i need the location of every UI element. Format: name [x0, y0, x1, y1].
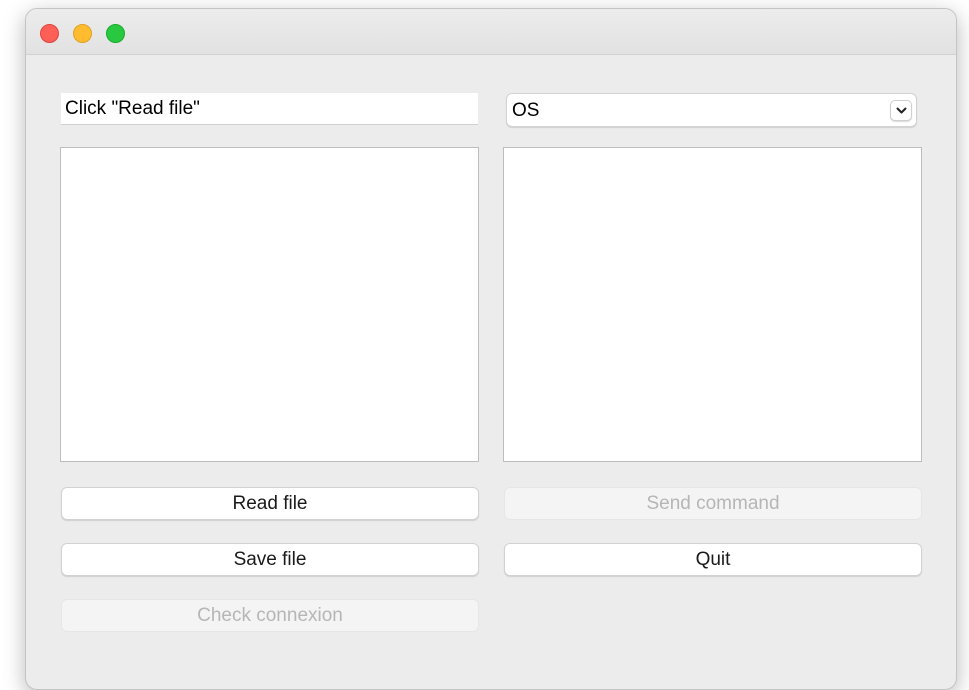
- command-output-textarea[interactable]: [503, 147, 922, 462]
- check-connexion-button[interactable]: Check connexion: [61, 599, 479, 632]
- app-window: OS Read file Send command Save file Quit…: [25, 8, 957, 690]
- save-file-button[interactable]: Save file: [61, 543, 479, 576]
- send-command-button[interactable]: Send command: [504, 487, 922, 520]
- title-bar[interactable]: [26, 9, 956, 55]
- target-select-value: OS: [512, 100, 540, 121]
- minimize-icon[interactable]: [73, 24, 92, 43]
- close-icon[interactable]: [40, 24, 59, 43]
- file-content-textarea[interactable]: [60, 147, 479, 462]
- target-select[interactable]: OS: [506, 93, 917, 127]
- chevron-down-icon[interactable]: [890, 100, 912, 121]
- file-path-input[interactable]: [61, 93, 478, 125]
- read-file-button[interactable]: Read file: [61, 487, 479, 520]
- quit-button[interactable]: Quit: [504, 543, 922, 576]
- maximize-icon[interactable]: [106, 24, 125, 43]
